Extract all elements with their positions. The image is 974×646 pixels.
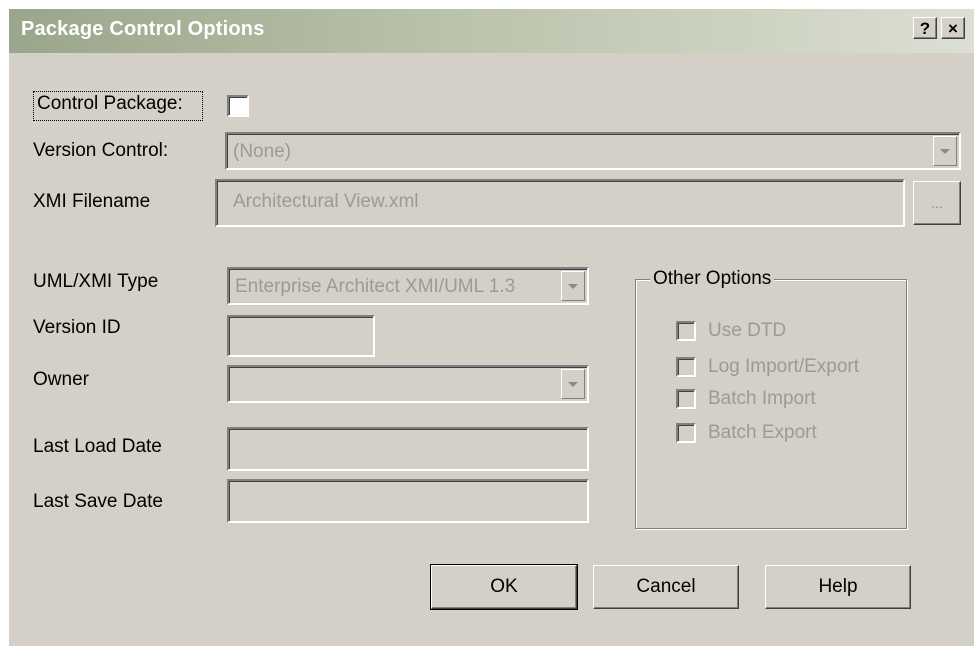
help-icon[interactable]: ? [913,17,937,39]
last-load-date-label: Last Load Date [33,436,162,457]
chevron-down-icon [568,283,578,289]
use-dtd-label: Use DTD [708,320,787,341]
xmi-filename-input[interactable]: Architectural View.xml [215,179,905,227]
log-import-export-option[interactable]: Log Import/Export [676,356,859,378]
batch-import-label: Batch Import [708,388,816,409]
use-dtd-option[interactable]: Use DTD [676,320,786,342]
batch-export-checkbox[interactable] [676,423,696,443]
window-title: Package Control Options [21,18,265,40]
version-control-dropdown-button[interactable] [933,136,957,166]
other-options-group: Other Options Use DTD Log Import/Export … [635,268,907,529]
last-save-date-label: Last Save Date [33,491,163,512]
chevron-down-icon [940,148,950,154]
owner-label: Owner [33,369,89,390]
browse-button[interactable]: ... [913,181,961,225]
batch-export-option[interactable]: Batch Export [676,422,817,444]
uml-xmi-type-select[interactable]: Enterprise Architect XMI/UML 1.3 [227,267,589,305]
owner-select[interactable] [227,365,589,403]
uml-xmi-type-label: UML/XMI Type [33,271,159,292]
batch-import-option[interactable]: Batch Import [676,388,816,410]
cancel-button[interactable]: Cancel [593,565,739,609]
xmi-filename-value: Architectural View.xml [233,191,419,212]
control-package-label: Control Package: [37,93,183,114]
version-control-select[interactable]: (None) [225,132,961,170]
close-icon[interactable]: × [941,17,965,39]
uml-xmi-type-value: Enterprise Architect XMI/UML 1.3 [235,276,516,297]
batch-export-label: Batch Export [708,422,817,443]
last-load-date-input[interactable] [227,427,589,471]
use-dtd-checkbox[interactable] [676,321,696,341]
ok-button[interactable]: OK [430,564,578,610]
uml-xmi-type-dropdown-button[interactable] [561,271,585,301]
other-options-title: Other Options [650,268,775,290]
log-import-export-label: Log Import/Export [708,356,860,377]
control-package-checkbox[interactable] [227,95,249,117]
version-id-label: Version ID [33,317,121,338]
version-control-label: Version Control: [33,140,169,161]
batch-import-checkbox[interactable] [676,389,696,409]
log-import-export-checkbox[interactable] [676,357,696,377]
version-control-value: (None) [233,141,292,162]
version-id-input[interactable] [227,315,375,357]
last-save-date-input[interactable] [227,479,589,523]
owner-dropdown-button[interactable] [561,369,585,399]
package-control-options-dialog: Package Control Options ? × Control Pack… [8,8,974,646]
help-button[interactable]: Help [765,565,911,609]
title-bar: Package Control Options ? × [9,9,974,53]
chevron-down-icon [568,381,578,387]
xmi-filename-label: XMI Filename [33,191,151,212]
